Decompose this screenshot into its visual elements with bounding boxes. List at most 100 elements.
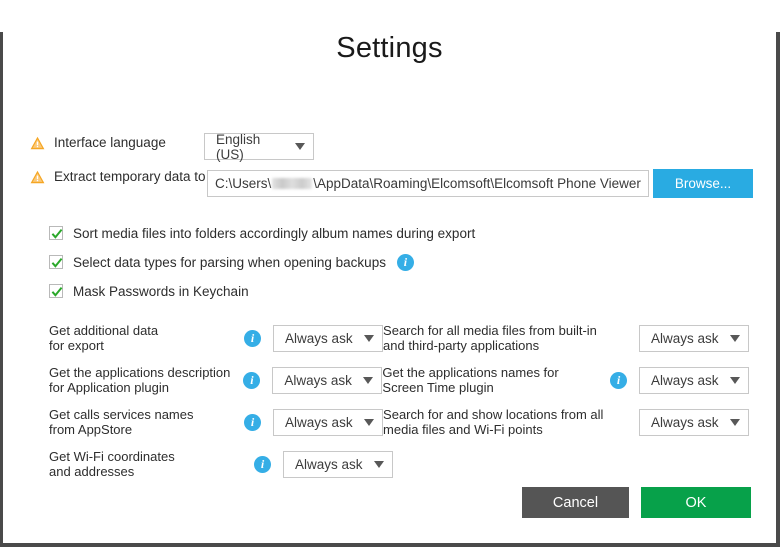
info-icon[interactable]: i xyxy=(396,253,414,271)
checkbox-row-sort-media[interactable]: Sort media files into folders accordingl… xyxy=(49,221,475,245)
option-label: Get additional data for export xyxy=(49,323,158,354)
option-label-line1: Get calls services names xyxy=(49,406,194,422)
option-select-cell: Always ask xyxy=(272,359,383,401)
option-label-line1: Search for all media files from built-in xyxy=(383,322,597,338)
checkbox-sort-media[interactable] xyxy=(49,226,63,240)
option-select-calls-services-names[interactable]: Always ask xyxy=(273,408,384,436)
option-label-cell: Get calls services names from AppStore xyxy=(49,401,244,443)
option-info-cell: i xyxy=(254,443,283,485)
redacted-username xyxy=(272,178,313,189)
option-label-line2: and third-party applications xyxy=(383,338,540,353)
info-icon[interactable]: i xyxy=(244,329,262,347)
option-select-value: Always ask xyxy=(651,330,719,346)
option-row: Get additional data for export i Always … xyxy=(49,317,749,359)
option-select-value: Always ask xyxy=(285,414,353,430)
option-info-cell: i xyxy=(244,317,273,359)
chevron-down-icon xyxy=(374,460,384,468)
option-label: Get the applications description for App… xyxy=(49,365,230,396)
option-select-value: Always ask xyxy=(284,372,352,388)
page-title: Settings xyxy=(336,32,443,64)
browse-button[interactable]: Browse... xyxy=(653,169,753,198)
option-select-screen-time-names[interactable]: Always ask xyxy=(639,366,749,394)
checkbox-mask-passwords[interactable] xyxy=(49,284,63,298)
option-row: Get Wi-Fi coordinates and addresses i Al… xyxy=(49,443,749,485)
option-select-cell: Always ask xyxy=(283,443,393,485)
option-select-value: Always ask xyxy=(651,414,719,430)
option-label-cell: Get the applications names for Screen Ti… xyxy=(382,359,610,401)
option-label: Search for and show locations from all m… xyxy=(383,407,603,438)
option-label-line1: Get the applications names for xyxy=(382,364,559,380)
chevron-down-icon xyxy=(364,334,375,342)
warning-triangle-icon xyxy=(30,136,45,150)
option-info-cell: i xyxy=(610,359,639,401)
checkbox-select-data-types[interactable] xyxy=(49,255,63,269)
option-info-cell: i xyxy=(243,359,272,401)
info-icon[interactable]: i xyxy=(243,371,261,389)
interface-language-select[interactable]: English (US) xyxy=(204,131,314,162)
option-label-cell: Get the applications description for App… xyxy=(49,359,243,401)
chevron-down-icon xyxy=(730,418,740,426)
path-suffix: \AppData\Roaming\Elcomsoft\Elcomsoft Pho… xyxy=(313,176,641,191)
option-select-cell: Always ask xyxy=(273,317,384,359)
option-label-line1: Get additional data xyxy=(49,322,159,338)
option-row: Get the applications description for App… xyxy=(49,359,749,401)
chevron-down-icon xyxy=(730,334,740,342)
option-label-line2: media files and Wi-Fi points xyxy=(383,422,543,437)
option-label-cell: Get additional data for export xyxy=(49,317,244,359)
option-label-line2: and addresses xyxy=(49,464,135,479)
info-icon[interactable]: i xyxy=(610,371,627,389)
option-label: Search for all media files from built-in… xyxy=(383,323,597,354)
option-select-applications-description[interactable]: Always ask xyxy=(272,366,383,394)
option-info-spacer xyxy=(611,317,639,359)
option-info-spacer xyxy=(611,401,639,443)
option-label-line1: Search for and show locations from all xyxy=(383,406,604,422)
info-icon[interactable]: i xyxy=(254,455,271,473)
cancel-button[interactable]: Cancel xyxy=(522,487,629,518)
chevron-down-icon xyxy=(730,376,740,384)
option-select-wifi-coordinates[interactable]: Always ask xyxy=(283,450,393,478)
checkbox-label: Select data types for parsing when openi… xyxy=(73,254,386,270)
option-label-line2: from AppStore xyxy=(49,422,133,437)
path-prefix: C:\Users\ xyxy=(215,176,272,191)
option-select-cell: Always ask xyxy=(273,401,384,443)
checkbox-group: Sort media files into folders accordingl… xyxy=(49,221,475,308)
option-label-line2: for export xyxy=(49,338,104,353)
option-select-additional-data-export[interactable]: Always ask xyxy=(273,324,384,352)
option-select-cell: Always ask xyxy=(639,317,749,359)
chevron-down-icon xyxy=(363,376,374,384)
option-select-cell: Always ask xyxy=(639,401,749,443)
option-label-line1: Get Wi-Fi coordinates xyxy=(49,448,175,464)
option-label-line2: Screen Time plugin xyxy=(382,380,494,395)
option-label-line1: Get the applications description xyxy=(49,364,231,380)
chevron-down-icon xyxy=(295,143,305,150)
extract-path-input[interactable]: C:\Users\ \AppData\Roaming\Elcomsoft\Elc… xyxy=(207,170,649,197)
option-select-cell: Always ask xyxy=(639,359,749,401)
interface-language-row: Interface language xyxy=(30,135,166,150)
option-label: Get Wi-Fi coordinates and addresses xyxy=(49,449,175,480)
info-icon[interactable]: i xyxy=(244,413,262,431)
options-grid: Get additional data for export i Always … xyxy=(49,317,749,485)
option-select-value: Always ask xyxy=(295,456,363,472)
option-label-cell: Get Wi-Fi coordinates and addresses xyxy=(49,443,254,485)
option-label: Get calls services names from AppStore xyxy=(49,407,194,438)
option-row: Get calls services names from AppStore i… xyxy=(49,401,749,443)
option-select-value: Always ask xyxy=(285,330,353,346)
option-select-value: Always ask xyxy=(651,372,719,388)
interface-language-value: English (US) xyxy=(216,131,261,162)
option-label-cell: Search for and show locations from all m… xyxy=(383,401,611,443)
option-select-locations-media-wifi[interactable]: Always ask xyxy=(639,408,749,436)
warning-triangle-icon xyxy=(30,170,45,184)
extract-path-label: Extract temporary data to xyxy=(54,169,206,184)
settings-dialog: Settings Interface language English (US) xyxy=(0,32,780,547)
option-select-search-media-files[interactable]: Always ask xyxy=(639,324,749,352)
ok-button[interactable]: OK xyxy=(641,487,751,518)
chevron-down-icon xyxy=(364,418,375,426)
checkbox-row-select-data-types[interactable]: Select data types for parsing when openi… xyxy=(49,250,475,274)
option-label: Get the applications names for Screen Ti… xyxy=(382,365,558,396)
checkbox-label: Sort media files into folders accordingl… xyxy=(73,225,476,241)
option-label-line2: for Application plugin xyxy=(49,380,169,395)
checkbox-label: Mask Passwords in Keychain xyxy=(73,283,249,299)
checkbox-row-mask-passwords[interactable]: Mask Passwords in Keychain xyxy=(49,279,475,303)
option-info-cell: i xyxy=(244,401,273,443)
interface-language-label: Interface language xyxy=(54,135,166,150)
